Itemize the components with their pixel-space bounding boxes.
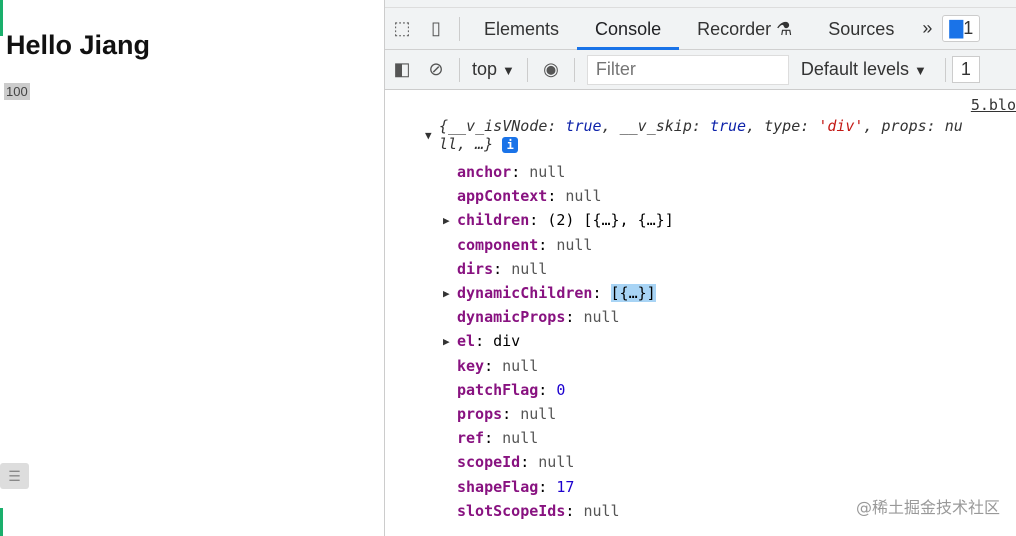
- devtools-panel: ⬚ ▯ Elements Console Recorder ⚗ Sources …: [384, 0, 1016, 536]
- page-heading: Hello Jiang: [6, 30, 151, 60]
- property-row[interactable]: ▶ dynamicChildren: [{…}]: [443, 284, 656, 302]
- expand-triangle-icon[interactable]: ▶: [443, 335, 450, 348]
- levels-value: Default levels: [800, 59, 909, 79]
- property-value: 17: [556, 477, 575, 496]
- property-row: anchor: null: [457, 163, 566, 181]
- property-value: null: [565, 187, 602, 206]
- accent-bar: [0, 508, 3, 536]
- info-icon[interactable]: i: [502, 137, 519, 153]
- inspect-icon[interactable]: ⬚: [385, 18, 419, 39]
- tab-sources[interactable]: Sources: [810, 8, 912, 50]
- collapse-triangle-icon[interactable]: ▼: [425, 129, 432, 142]
- dropdown-icon: ▼: [502, 63, 515, 78]
- property-key: children: [457, 211, 530, 230]
- property-value: null: [538, 453, 575, 472]
- dropdown-icon: ▼: [914, 63, 927, 78]
- property-key: patchFlag: [457, 380, 539, 399]
- source-link[interactable]: 5.blo: [971, 96, 1016, 114]
- expand-triangle-icon[interactable]: ▶: [443, 287, 450, 300]
- property-key: ref: [457, 429, 485, 448]
- property-value: null: [529, 163, 566, 181]
- flask-icon: ⚗: [776, 18, 793, 39]
- page-preview: Hello Jiang 100 ☰: [0, 0, 384, 536]
- watermark: @稀土掘金技术社区: [855, 498, 1000, 517]
- clear-console-icon[interactable]: ⊘: [419, 59, 453, 80]
- property-value: null: [502, 429, 539, 448]
- devtools-tabs: ⬚ ▯ Elements Console Recorder ⚗ Sources …: [385, 8, 1016, 50]
- levels-select[interactable]: Default levels ▼: [789, 59, 939, 80]
- console-toolbar: ◧ ⊘ top ▼ ◉ Default levels ▼ 1: [385, 50, 1016, 90]
- property-value: null: [556, 235, 593, 254]
- property-key: scopeId: [457, 453, 521, 472]
- property-row: slotScopeIds: null: [457, 501, 620, 520]
- property-value: div: [493, 332, 521, 351]
- property-row: key: null: [457, 356, 539, 375]
- expand-triangle-icon[interactable]: ▶: [443, 214, 450, 227]
- context-value: top: [472, 59, 498, 79]
- property-key: shapeFlag: [457, 477, 539, 496]
- device-toolbar-icon[interactable]: ▯: [419, 18, 453, 39]
- property-row: component: null: [457, 235, 593, 254]
- property-value: null: [511, 259, 548, 278]
- tab-elements[interactable]: Elements: [466, 8, 577, 50]
- object-summary[interactable]: ▼ {__v_isVNode: true, __v_skip: true, ty…: [425, 117, 963, 153]
- property-row[interactable]: ▶ el: div: [443, 332, 521, 351]
- property-row: dynamicProps: null: [457, 308, 620, 327]
- issues-counter[interactable]: 1: [951, 56, 980, 83]
- property-key: key: [457, 356, 485, 375]
- property-value: [{…}]: [610, 284, 656, 302]
- property-key: dynamicChildren: [457, 284, 593, 302]
- property-value: null: [583, 501, 620, 520]
- eye-icon[interactable]: ◉: [534, 59, 568, 80]
- property-row[interactable]: ▶ children: (2) [{…}, {…}]: [443, 211, 674, 230]
- property-key: component: [457, 235, 539, 254]
- issues-button[interactable]: ▇1: [942, 15, 981, 42]
- message-icon: ▇: [949, 18, 964, 38]
- accent-bar: [0, 0, 3, 36]
- property-value: null: [583, 308, 620, 327]
- property-value: 0: [556, 380, 566, 399]
- more-tabs-button[interactable]: »: [912, 18, 942, 39]
- property-row: patchFlag: 0: [457, 380, 566, 399]
- tab-recorder[interactable]: Recorder ⚗: [679, 8, 810, 50]
- property-key: el: [457, 332, 476, 351]
- property-row: dirs: null: [457, 259, 548, 278]
- count-value: 100: [4, 83, 30, 100]
- property-key: dirs: [457, 259, 494, 278]
- issues-count: 1: [963, 18, 974, 38]
- filter-input[interactable]: [586, 54, 789, 85]
- property-row: props: null: [457, 405, 557, 423]
- property-row: scopeId: null: [457, 453, 575, 472]
- property-key: anchor: [457, 163, 512, 181]
- property-key: dynamicProps: [457, 308, 566, 327]
- property-value: null: [502, 356, 539, 375]
- property-row: shapeFlag: 17: [457, 477, 575, 496]
- tab-recorder-label: Recorder: [697, 18, 772, 39]
- property-value: (2) [{…}, {…}]: [547, 211, 674, 230]
- property-row: appContext: null: [457, 187, 602, 206]
- sidebar-toggle-icon[interactable]: ◧: [385, 59, 419, 80]
- context-select[interactable]: top ▼: [466, 59, 521, 80]
- property-key: props: [457, 405, 503, 423]
- property-row: ref: null: [457, 429, 539, 448]
- list-icon[interactable]: ☰: [0, 463, 29, 489]
- property-value: null: [520, 405, 557, 423]
- property-key: slotScopeIds: [457, 501, 566, 520]
- tab-console[interactable]: Console: [577, 8, 680, 50]
- property-key: appContext: [457, 187, 548, 206]
